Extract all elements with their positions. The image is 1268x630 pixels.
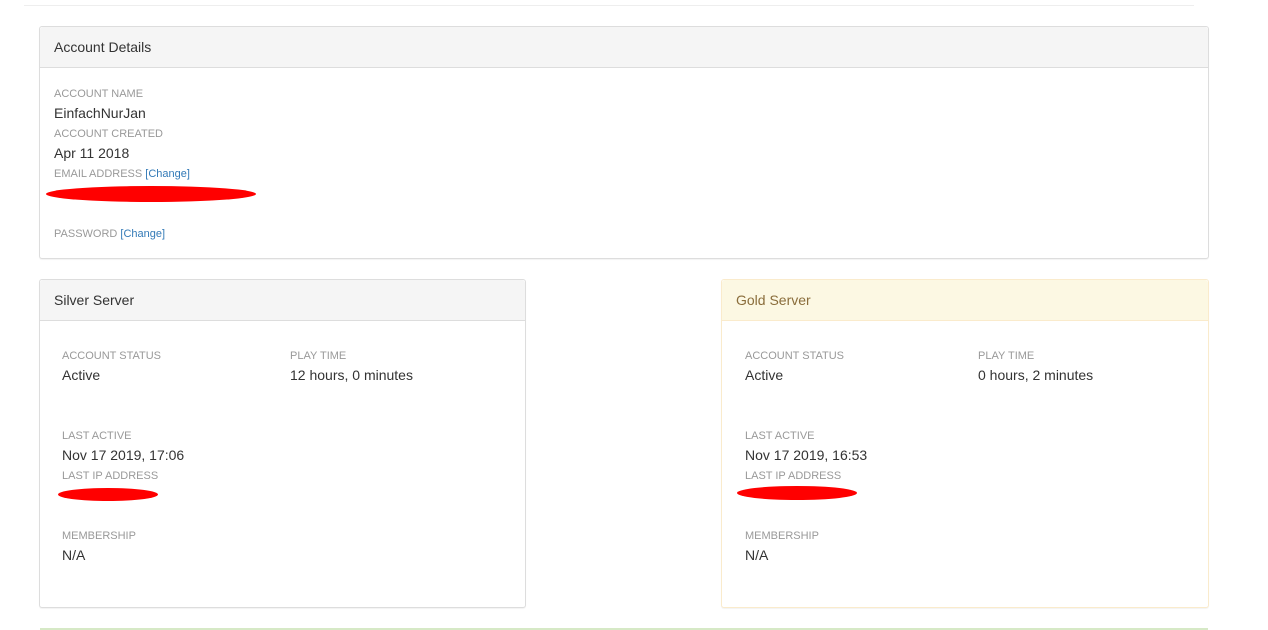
gold-play-time-value: 0 hours, 2 minutes xyxy=(978,367,1094,383)
password-label: PASSWORD xyxy=(54,228,118,240)
account-name-label: ACCOUNT NAME xyxy=(54,88,144,100)
account-created-label: ACCOUNT CREATED xyxy=(54,128,163,140)
silver-play-time-value: 12 hours, 0 minutes xyxy=(290,367,413,383)
silver-server-heading: Silver Server xyxy=(40,280,525,321)
silver-status-label: ACCOUNT STATUS xyxy=(62,350,162,362)
gold-last-ip-label: LAST IP ADDRESS xyxy=(745,470,842,482)
email-redaction-mark xyxy=(46,186,256,202)
gold-membership-value: N/A xyxy=(745,547,769,563)
account-name-value: EinfachNurJan xyxy=(54,105,146,121)
account-details-panel: Account Details ACCOUNT NAME EinfachNurJ… xyxy=(39,26,1209,259)
silver-membership-value: N/A xyxy=(62,547,86,563)
silver-ip-redaction-mark xyxy=(58,488,158,501)
email-address-label: EMAIL ADDRESS xyxy=(54,168,143,180)
silver-server-panel: Silver Server ACCOUNT STATUS Active PLAY… xyxy=(39,279,526,608)
gold-server-panel: Gold Server ACCOUNT STATUS Active PLAY T… xyxy=(721,279,1209,608)
silver-last-active-value: Nov 17 2019, 17:06 xyxy=(62,447,185,463)
silver-last-ip-label: LAST IP ADDRESS xyxy=(62,470,159,482)
gold-membership-label: MEMBERSHIP xyxy=(745,530,819,542)
gold-last-active-value: Nov 17 2019, 16:53 xyxy=(745,447,868,463)
top-divider xyxy=(24,5,1194,6)
gold-ip-redaction-mark xyxy=(737,486,857,500)
account-details-heading: Account Details xyxy=(40,27,1208,68)
silver-status-value: Active xyxy=(62,367,101,383)
email-address-label-row: EMAIL ADDRESS [Change] xyxy=(54,167,190,181)
email-change-link[interactable]: [Change] xyxy=(145,168,190,180)
gold-play-time-label: PLAY TIME xyxy=(978,350,1035,362)
password-label-row: PASSWORD [Change] xyxy=(54,227,165,241)
password-change-link[interactable]: [Change] xyxy=(120,228,165,240)
silver-membership-label: MEMBERSHIP xyxy=(62,530,136,542)
gold-status-label: ACCOUNT STATUS xyxy=(745,350,845,362)
silver-play-time-label: PLAY TIME xyxy=(290,350,347,362)
gold-last-active-label: LAST ACTIVE xyxy=(745,430,815,442)
gold-server-heading: Gold Server xyxy=(722,280,1208,321)
silver-last-active-label: LAST ACTIVE xyxy=(62,430,132,442)
gold-status-value: Active xyxy=(745,367,784,383)
account-created-value: Apr 11 2018 xyxy=(54,145,130,161)
